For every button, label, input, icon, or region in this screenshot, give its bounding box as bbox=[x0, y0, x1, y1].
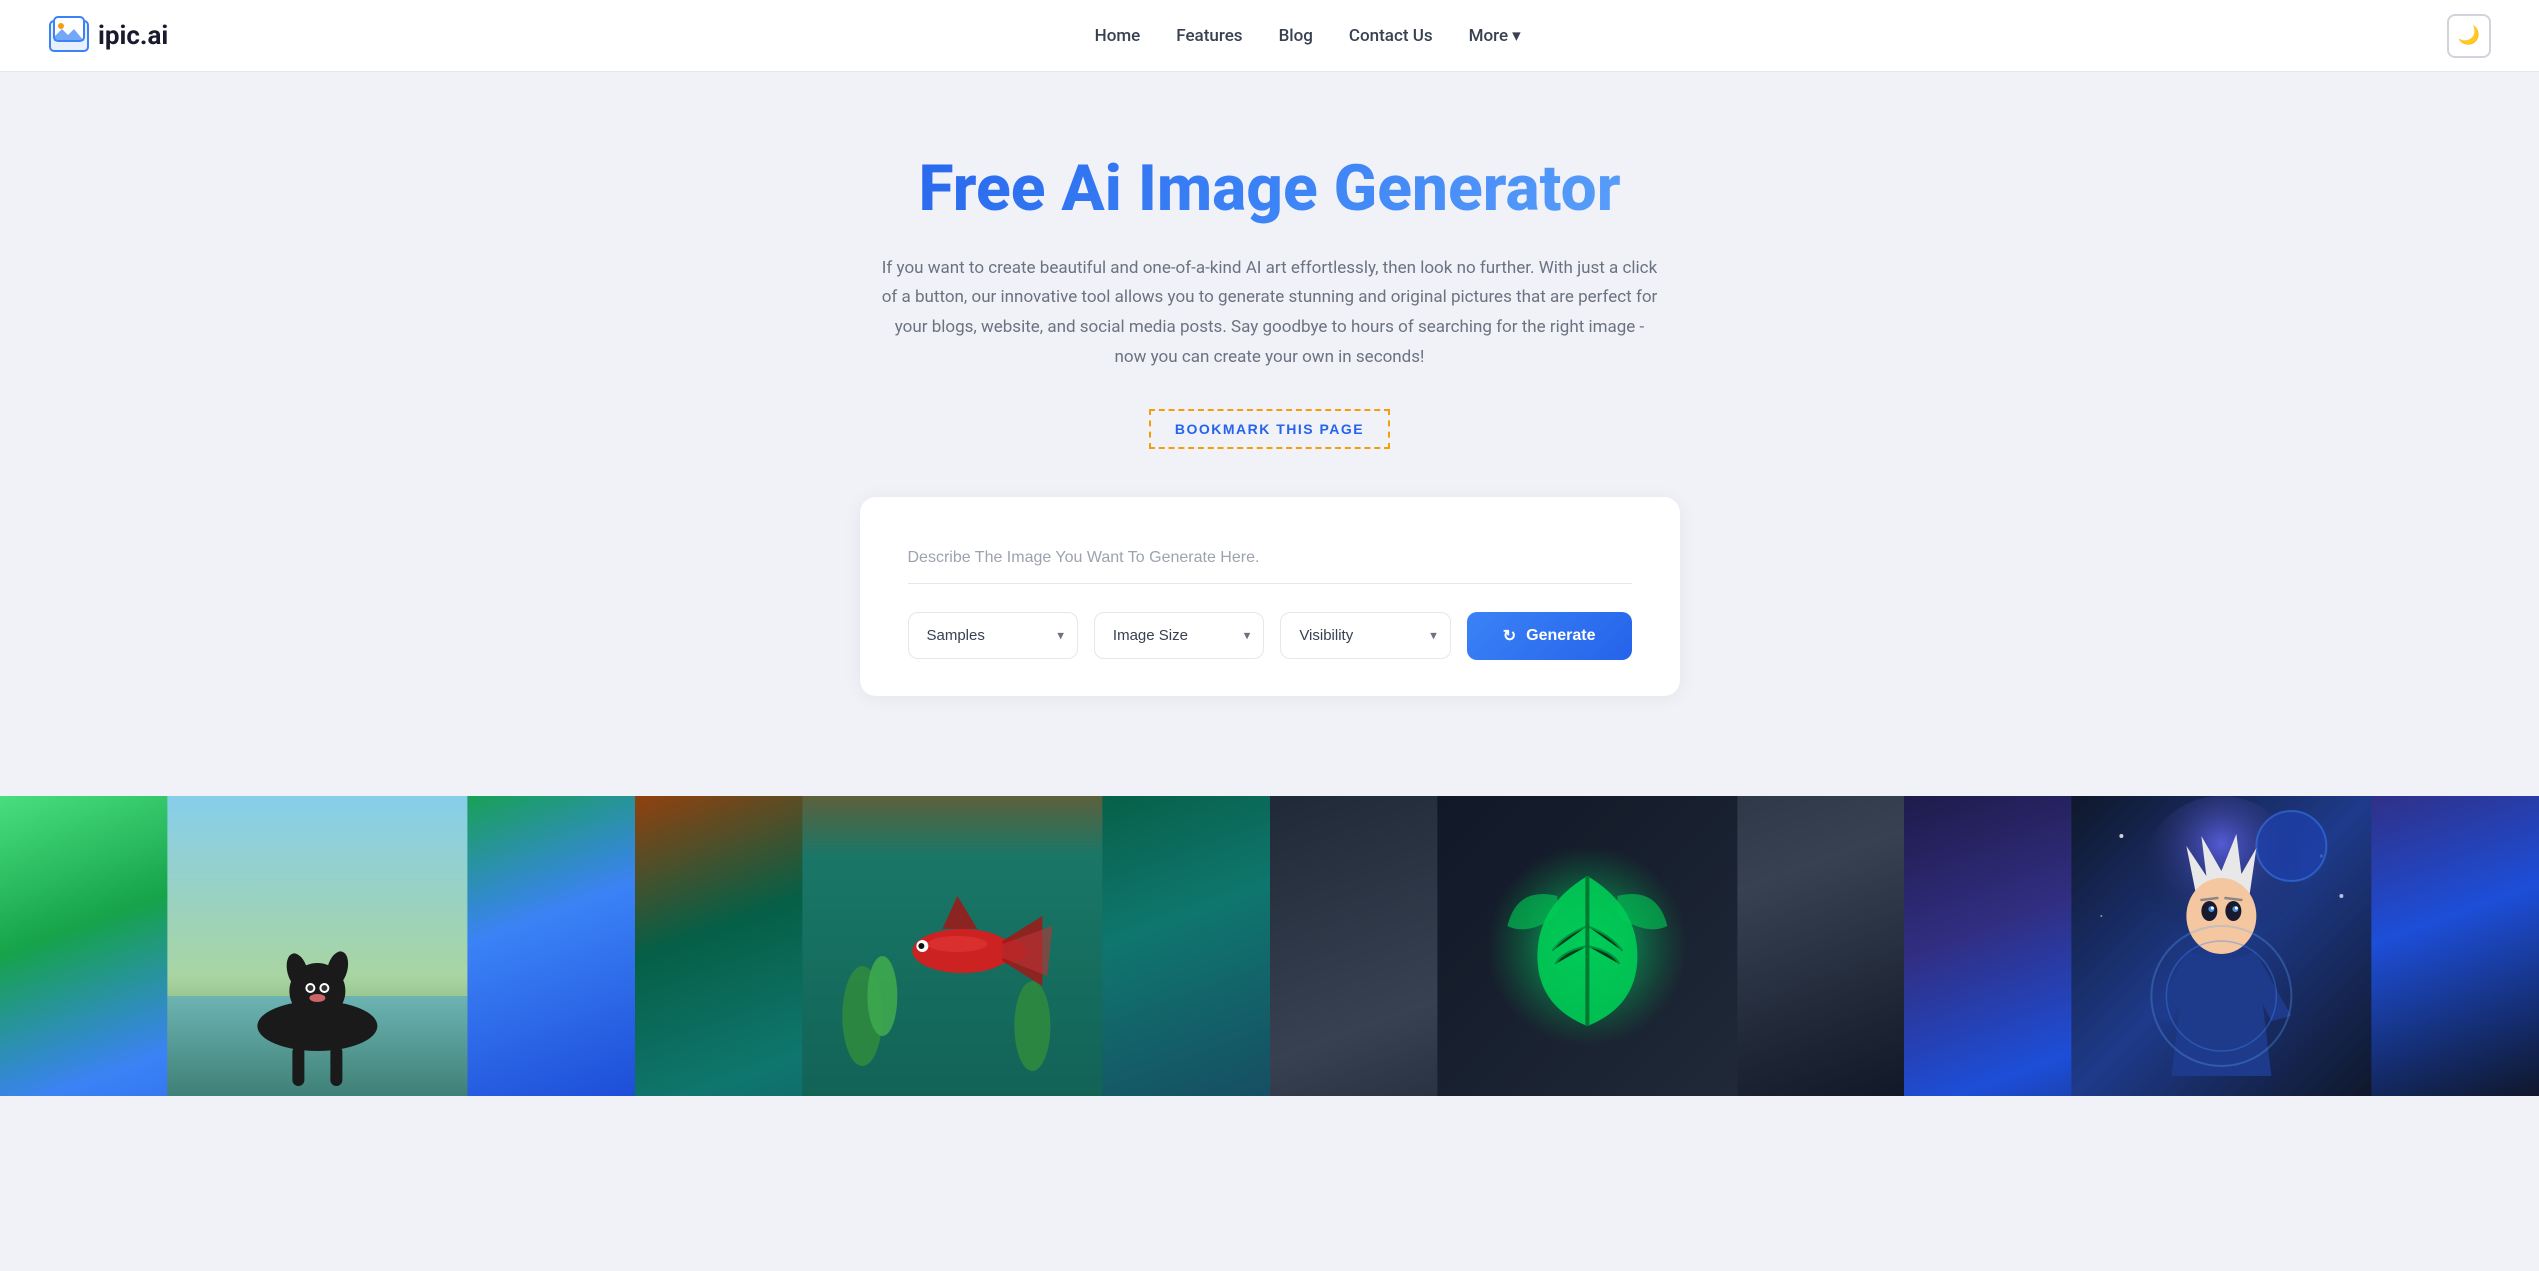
fish-image bbox=[635, 796, 1270, 1096]
visibility-wrapper: Visibility Public Private ▾ bbox=[1280, 612, 1450, 659]
gallery-item-fish[interactable] bbox=[635, 796, 1270, 1096]
image-gallery bbox=[0, 796, 2539, 1096]
gallery-item-anime[interactable] bbox=[1904, 796, 2539, 1096]
anime-image bbox=[1904, 796, 2539, 1096]
leaf-image bbox=[1270, 796, 1905, 1096]
logo-icon bbox=[48, 15, 90, 57]
navbar: ipic.ai Home Features Blog Contact Us Mo… bbox=[0, 0, 2539, 72]
nav-links: Home Features Blog Contact Us More ▾ bbox=[1095, 26, 1521, 46]
moon-icon: 🌙 bbox=[2458, 25, 2480, 46]
visibility-select[interactable]: Visibility Public Private bbox=[1280, 612, 1450, 659]
logo-text: ipic.ai bbox=[98, 21, 168, 51]
gallery-item-dog[interactable] bbox=[0, 796, 635, 1096]
nav-contact[interactable]: Contact Us bbox=[1349, 26, 1433, 46]
bookmark-button[interactable]: BOOKMARK THIS PAGE bbox=[1149, 409, 1390, 449]
prompt-input[interactable] bbox=[908, 533, 1632, 584]
dog-image bbox=[0, 796, 635, 1096]
image-size-wrapper: Image Size 512x512 768x768 1024x1024 ▾ bbox=[1094, 612, 1264, 659]
logo[interactable]: ipic.ai bbox=[48, 15, 168, 57]
dark-mode-toggle[interactable]: 🌙 bbox=[2447, 14, 2491, 58]
nav-features[interactable]: Features bbox=[1176, 26, 1242, 46]
nav-blog[interactable]: Blog bbox=[1279, 26, 1313, 46]
samples-wrapper: Samples 1 2 3 4 ▾ bbox=[908, 612, 1078, 659]
chevron-down-icon: ▾ bbox=[1512, 26, 1521, 46]
hero-content: Free Ai Image Generator If you want to c… bbox=[820, 72, 1720, 796]
hero-subtitle: If you want to create beautiful and one-… bbox=[880, 254, 1660, 373]
generator-card: Samples 1 2 3 4 ▾ Image Size 512x512 768… bbox=[860, 497, 1680, 696]
nav-right: 🌙 bbox=[2447, 14, 2491, 58]
refresh-icon: ↻ bbox=[1503, 626, 1516, 646]
nav-more[interactable]: More ▾ bbox=[1469, 26, 1521, 46]
image-size-select[interactable]: Image Size 512x512 768x768 1024x1024 bbox=[1094, 612, 1264, 659]
gallery-item-leaf[interactable] bbox=[1270, 796, 1905, 1096]
controls-row: Samples 1 2 3 4 ▾ Image Size 512x512 768… bbox=[908, 612, 1632, 660]
hero-section: Free Ai Image Generator If you want to c… bbox=[0, 72, 2539, 1096]
nav-home[interactable]: Home bbox=[1095, 26, 1141, 46]
generate-button[interactable]: ↻ Generate bbox=[1467, 612, 1632, 660]
hero-title: Free Ai Image Generator bbox=[840, 152, 1700, 226]
samples-select[interactable]: Samples 1 2 3 4 bbox=[908, 612, 1078, 659]
